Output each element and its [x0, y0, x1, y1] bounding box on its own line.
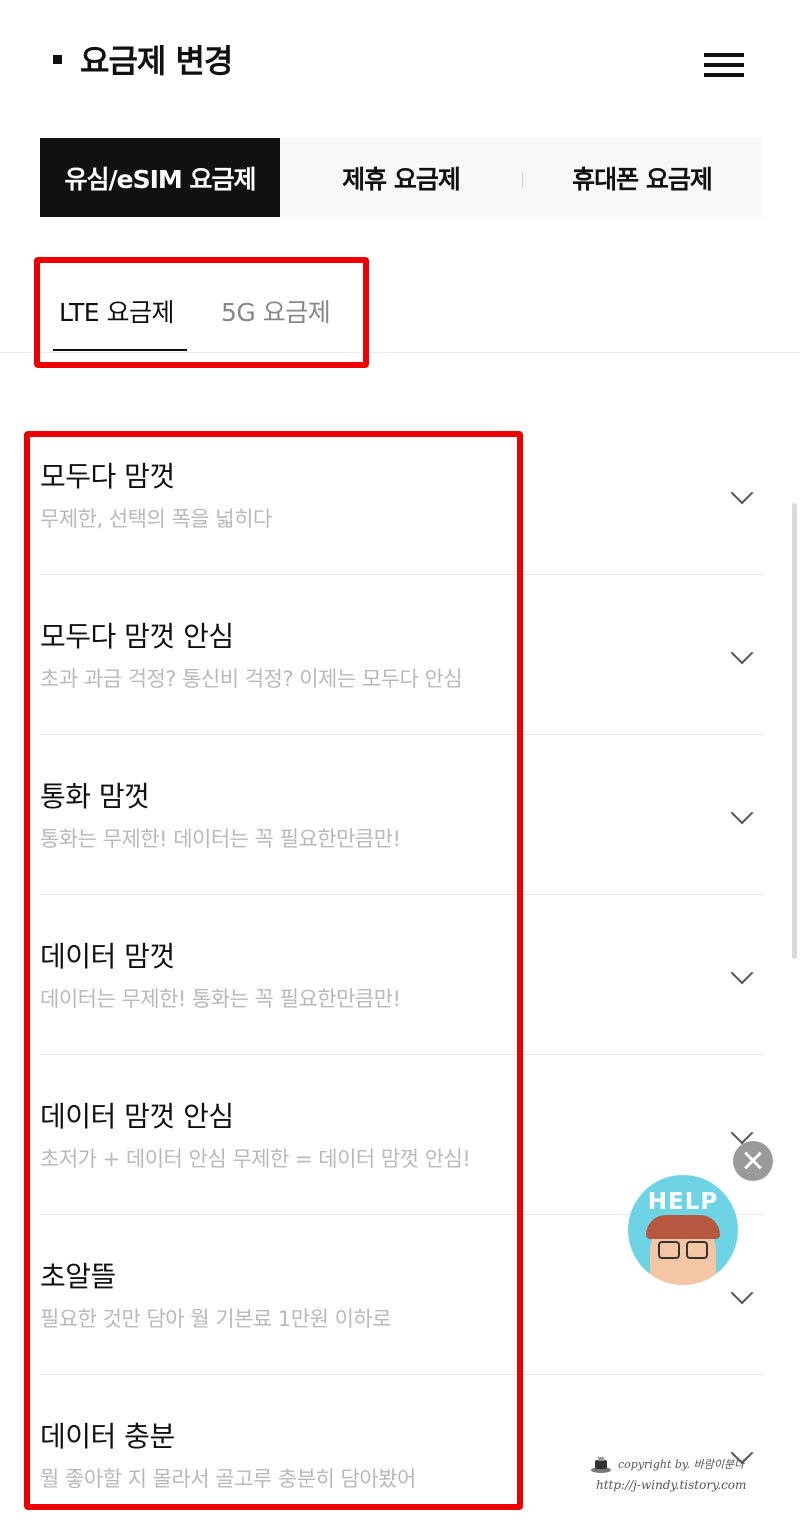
page-title: 요금제 변경	[80, 42, 233, 80]
chevron-down-icon[interactable]	[730, 801, 754, 825]
coffee-cup-icon	[591, 1457, 611, 1473]
watermark-copyright: copyright by. 바람이분다	[618, 1458, 745, 1471]
tab-usim-esim-plans[interactable]: 유심/eSIM 요금제	[40, 138, 280, 217]
chevron-down-icon[interactable]	[730, 641, 754, 665]
close-icon[interactable]	[733, 1141, 773, 1181]
hamburger-menu-icon[interactable]	[704, 53, 744, 79]
chevron-down-icon[interactable]	[730, 961, 754, 985]
help-character-hair	[646, 1215, 720, 1239]
copyright-watermark: copyright by. 바람이분다 http://j-windy.tisto…	[590, 1452, 785, 1502]
help-character-glasses-left	[658, 1241, 680, 1259]
help-character-glasses-right	[686, 1241, 708, 1259]
highlight-box-subtabs	[34, 257, 369, 368]
help-label: HELP	[647, 1189, 719, 1215]
watermark-url: http://j-windy.tistory.com	[596, 1478, 747, 1492]
tab-partner-plans[interactable]: 제휴 요금제	[280, 138, 522, 217]
plan-category-tabs: 유심/eSIM 요금제 제휴 요금제 휴대폰 요금제	[40, 138, 762, 217]
scrollbar[interactable]	[792, 503, 797, 959]
tab-phone-plans[interactable]: 휴대폰 요금제	[522, 138, 762, 217]
page-header: 요금제 변경	[0, 0, 800, 120]
title-bullet-icon	[53, 55, 62, 64]
help-button[interactable]: HELP	[628, 1175, 738, 1285]
chevron-down-icon[interactable]	[730, 1281, 754, 1305]
highlight-box-plan-list	[24, 431, 523, 1510]
chevron-down-icon[interactable]	[730, 481, 754, 505]
